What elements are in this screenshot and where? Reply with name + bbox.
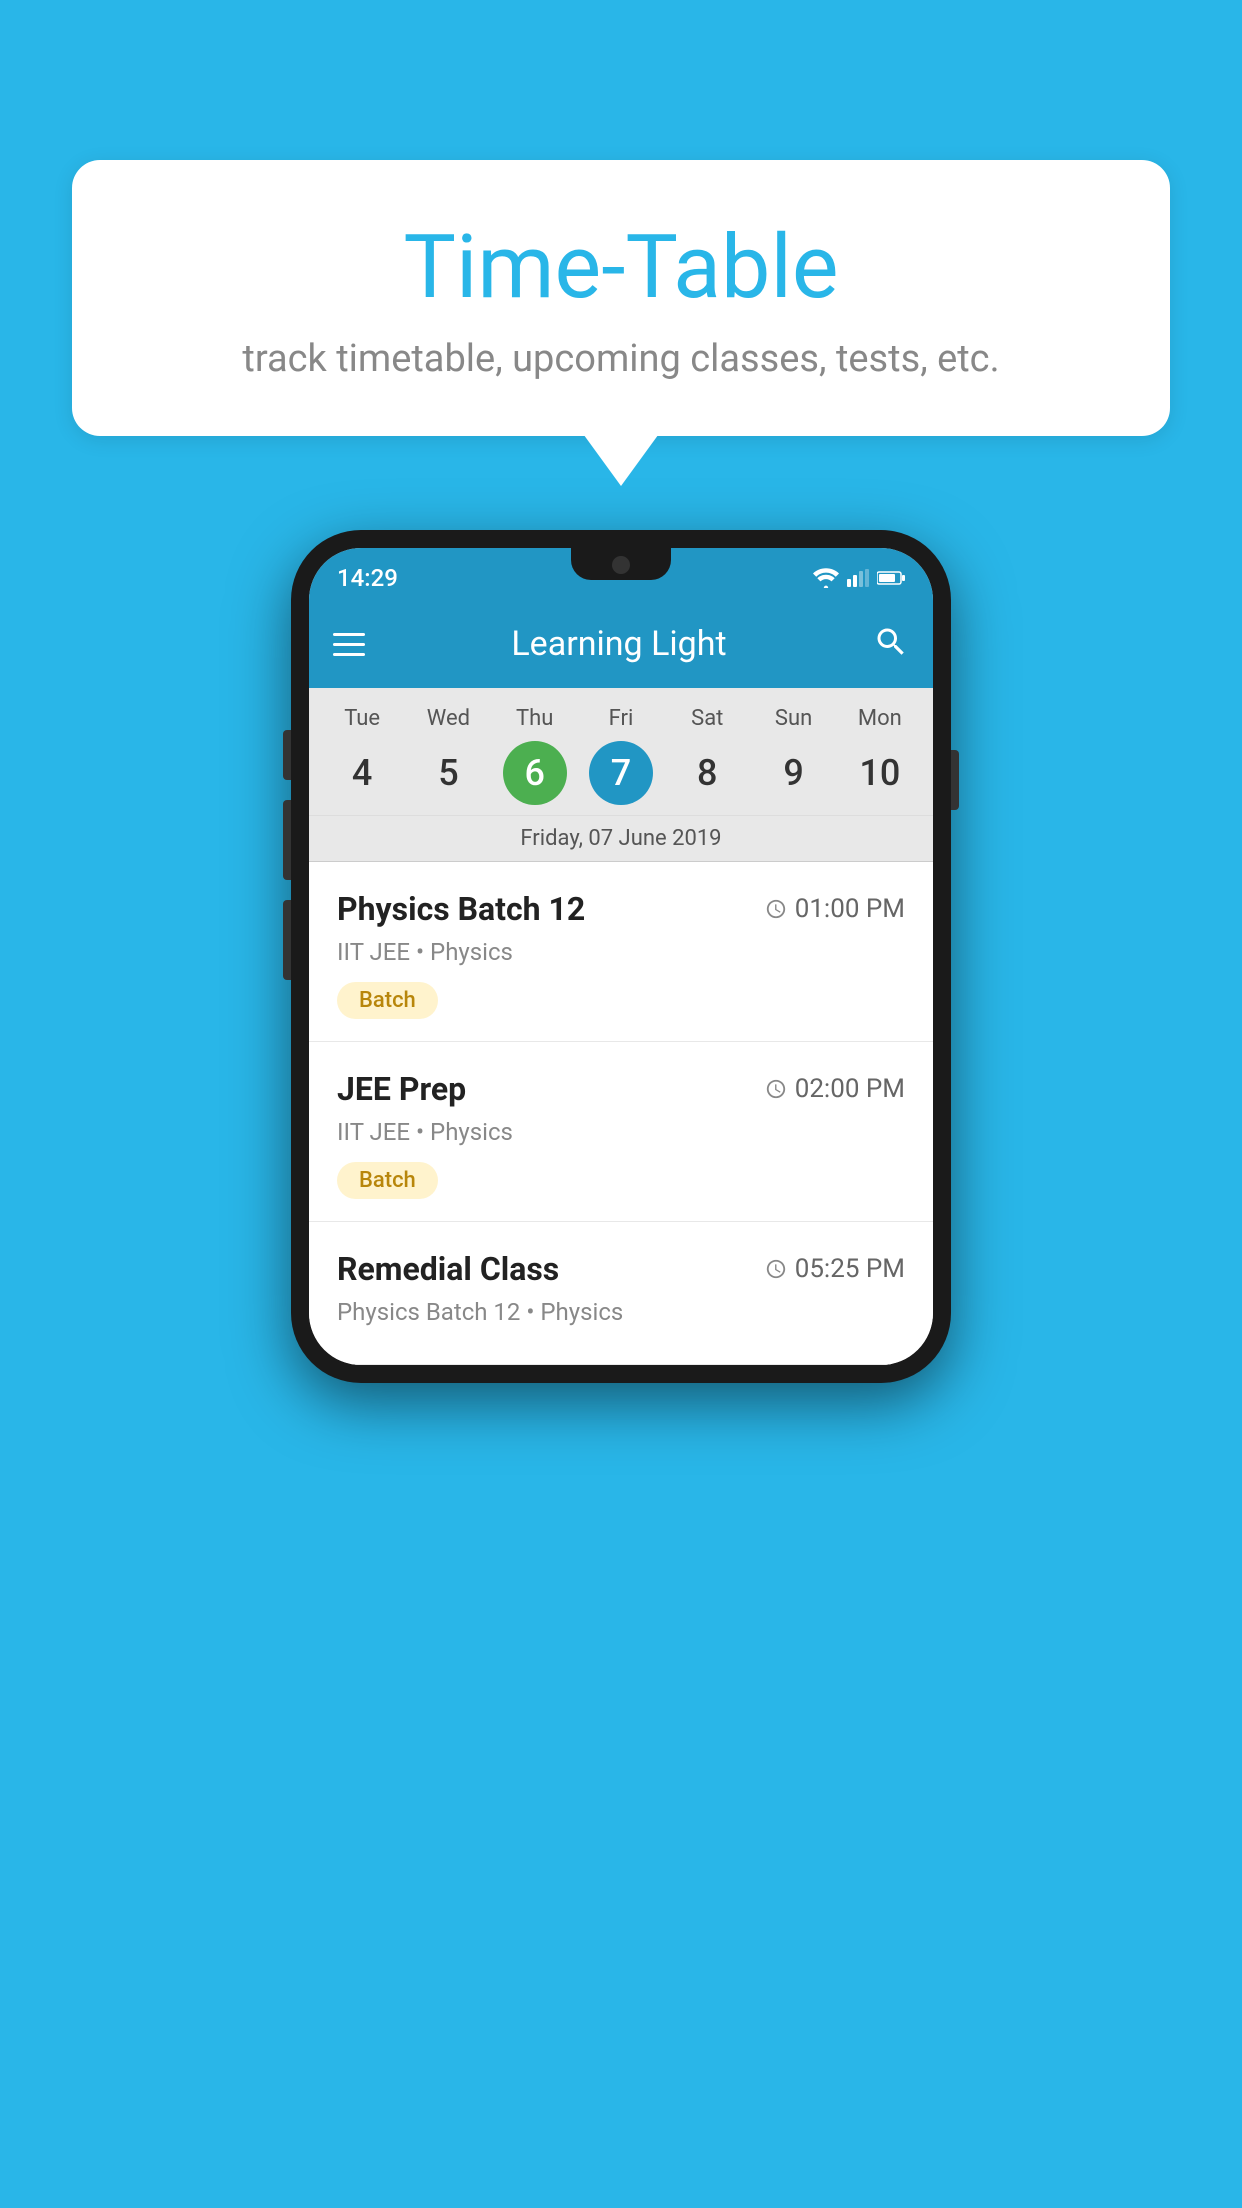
phone-notch	[571, 548, 671, 580]
class-item[interactable]: Remedial Class 05:25 PM Physics Batch 12 …	[309, 1222, 933, 1365]
battery-icon	[877, 570, 905, 586]
day-name: Mon	[858, 706, 902, 731]
clock-icon	[765, 898, 787, 920]
status-icons	[813, 568, 905, 588]
phone-screen: 14:29	[309, 548, 933, 1365]
day-name: Tue	[344, 706, 380, 731]
phone-side-button-right	[951, 750, 959, 810]
phone-side-button-left-2	[283, 800, 291, 880]
clock-icon	[765, 1078, 787, 1100]
phone-wrapper: 14:29	[291, 530, 951, 1383]
day-number: 5	[416, 741, 480, 805]
calendar-day-mon[interactable]: Mon 10	[837, 706, 923, 805]
app-title: Learning Light	[395, 624, 843, 664]
class-item-header: Remedial Class 05:25 PM	[337, 1250, 905, 1288]
signal-icon	[847, 568, 869, 588]
class-item-header: Physics Batch 12 01:00 PM	[337, 890, 905, 928]
bubble-subtitle: track timetable, upcoming classes, tests…	[152, 337, 1090, 381]
class-detail: IIT JEE • Physics	[337, 1118, 905, 1146]
class-time: 02:00 PM	[765, 1074, 905, 1104]
speech-bubble-container: Time-Table track timetable, upcoming cla…	[72, 160, 1170, 436]
day-name: Sat	[691, 706, 723, 731]
day-number: 10	[848, 741, 912, 805]
calendar-day-sat[interactable]: Sat 8	[664, 706, 750, 805]
search-icon	[873, 624, 909, 660]
class-item[interactable]: Physics Batch 12 01:00 PM IIT JEE • Physi…	[309, 862, 933, 1042]
day-name: Thu	[516, 706, 553, 731]
class-time: 05:25 PM	[765, 1254, 905, 1284]
day-number: 9	[762, 741, 826, 805]
class-name: Remedial Class	[337, 1250, 559, 1288]
class-name: Physics Batch 12	[337, 890, 585, 928]
status-time: 14:29	[337, 564, 398, 592]
calendar-day-tue[interactable]: Tue 4	[319, 706, 405, 805]
wifi-icon	[813, 568, 839, 588]
day-number: 4	[330, 741, 394, 805]
clock-icon	[765, 1258, 787, 1280]
hamburger-line-3	[333, 653, 365, 656]
class-item-header: JEE Prep 02:00 PM	[337, 1070, 905, 1108]
day-number: 6	[503, 741, 567, 805]
class-name: JEE Prep	[337, 1070, 466, 1108]
day-name: Sun	[775, 706, 812, 731]
hamburger-line-2	[333, 643, 365, 646]
search-button[interactable]	[873, 624, 909, 664]
phone-side-button-left-3	[283, 900, 291, 980]
class-item[interactable]: JEE Prep 02:00 PM IIT JEE • Physics Batch	[309, 1042, 933, 1222]
bubble-title: Time-Table	[152, 220, 1090, 317]
day-number: 7	[589, 741, 653, 805]
phone-side-button-left-1	[283, 730, 291, 780]
day-name: Wed	[427, 706, 470, 731]
class-detail: IIT JEE • Physics	[337, 938, 905, 966]
day-number: 8	[675, 741, 739, 805]
calendar-date-label: Friday, 07 June 2019	[309, 816, 933, 862]
day-name: Fri	[609, 706, 634, 731]
calendar-day-fri[interactable]: Fri 7	[578, 706, 664, 805]
class-time: 01:00 PM	[765, 894, 905, 924]
batch-badge: Batch	[337, 982, 438, 1019]
calendar-header: Tue 4 Wed 5 Thu 6 Fri 7 Sat 8 Sun 9 Mon 10	[309, 688, 933, 816]
class-list: Physics Batch 12 01:00 PM IIT JEE • Physi…	[309, 862, 933, 1365]
speech-bubble: Time-Table track timetable, upcoming cla…	[72, 160, 1170, 436]
calendar-day-sun[interactable]: Sun 9	[750, 706, 836, 805]
hamburger-line-1	[333, 633, 365, 636]
class-detail: Physics Batch 12 • Physics	[337, 1298, 905, 1326]
phone-frame: 14:29	[291, 530, 951, 1383]
app-bar: Learning Light	[309, 600, 933, 688]
batch-badge: Batch	[337, 1162, 438, 1199]
hamburger-menu-button[interactable]	[333, 633, 365, 656]
phone-camera	[612, 556, 630, 574]
calendar-day-wed[interactable]: Wed 5	[405, 706, 491, 805]
calendar-day-thu[interactable]: Thu 6	[492, 706, 578, 805]
